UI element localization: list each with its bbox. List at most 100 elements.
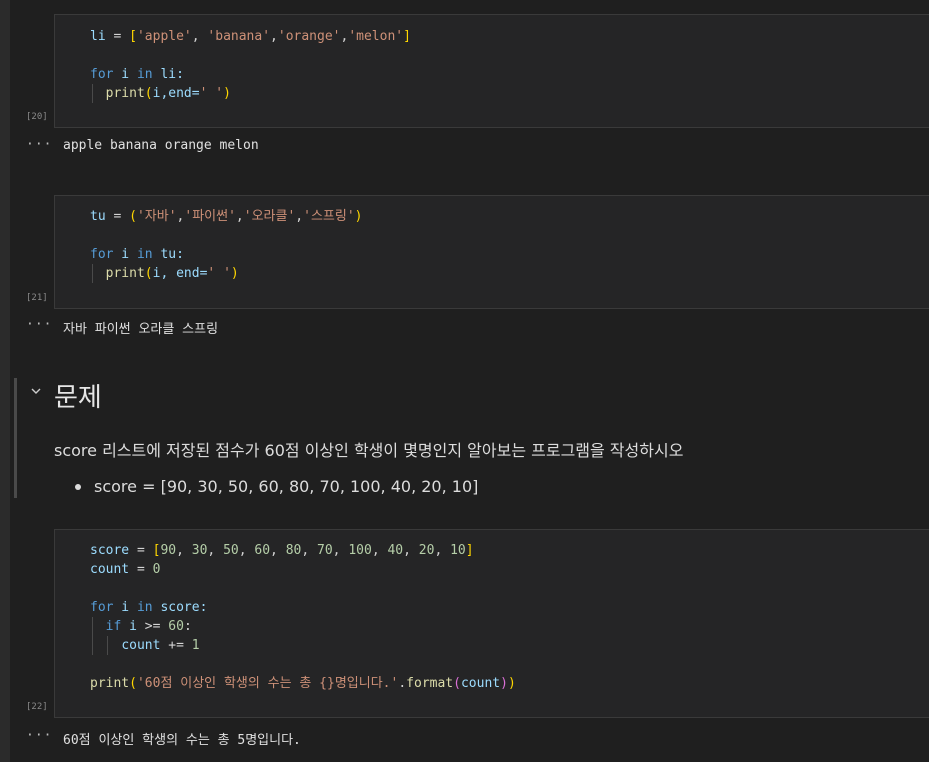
code-token: ] <box>465 543 474 558</box>
code-token: = <box>129 562 153 577</box>
code-editor[interactable]: li = ['apple', 'banana','orange','melon'… <box>55 15 929 120</box>
output-menu-icon[interactable]: ··· <box>26 137 52 152</box>
code-token: 1 <box>191 638 200 653</box>
code-token: ) <box>230 266 239 281</box>
code-token: += <box>160 638 192 653</box>
code-token: li: <box>152 67 184 82</box>
code-token: 20 <box>418 543 435 558</box>
code-editor[interactable]: score = [90, 30, 50, 60, 80, 70, 100, 40… <box>55 530 929 710</box>
code-token: in <box>136 247 153 262</box>
code-token: 40 <box>387 543 404 558</box>
code-token: ' ' <box>199 86 224 101</box>
code-token: 70 <box>317 543 333 558</box>
code-token: , <box>207 543 224 558</box>
code-token: : <box>183 619 192 634</box>
code-token: 'apple' <box>136 29 192 44</box>
code-token: 60 <box>168 619 184 634</box>
execution-count: [20] <box>26 112 48 122</box>
code-token: ) <box>507 676 516 691</box>
code-token: . <box>398 676 407 691</box>
activity-gutter <box>0 0 10 762</box>
code-token: score <box>90 543 130 558</box>
code-token: , <box>270 29 278 44</box>
code-line: print(i, end=' ') <box>90 264 239 283</box>
code-token: ) <box>223 86 231 101</box>
code-token: i <box>113 600 137 615</box>
code-token: 'banana' <box>207 29 271 44</box>
code-token: [ <box>129 29 137 44</box>
code-token: , <box>176 543 192 558</box>
output-menu-icon[interactable]: ··· <box>26 728 52 743</box>
code-token: 90 <box>160 543 177 558</box>
code-line: for i in tu: <box>90 245 184 264</box>
code-token: 0 <box>152 562 161 577</box>
execution-count: [21] <box>26 293 48 303</box>
code-token: tu <box>90 209 106 224</box>
code-token: , <box>332 543 349 558</box>
execution-count: [22] <box>26 702 48 712</box>
code-token: ( <box>129 676 137 691</box>
chevron-down-icon[interactable] <box>29 384 43 398</box>
code-token: ' ' <box>207 266 231 281</box>
indent-guide <box>92 264 93 283</box>
code-token: 60 <box>254 543 271 558</box>
code-token: 10 <box>450 543 466 558</box>
code-token: , <box>403 543 419 558</box>
code-token: i <box>113 247 137 262</box>
code-line: if i >= 60: <box>90 617 192 636</box>
code-line: score = [90, 30, 50, 60, 80, 70, 100, 40… <box>90 541 474 560</box>
code-token: i <box>113 67 137 82</box>
code-token: print <box>105 86 145 101</box>
code-token: i,end= <box>152 86 200 101</box>
markdown-cell-focus-bar <box>14 378 17 498</box>
code-token: , <box>238 543 255 558</box>
code-token: 50 <box>223 543 239 558</box>
code-token: , <box>371 543 388 558</box>
code-token: ( <box>129 209 137 224</box>
code-token: in <box>136 67 153 82</box>
code-token: '오라클' <box>243 209 296 224</box>
code-token: = <box>129 543 153 558</box>
code-token: ) <box>354 209 363 224</box>
code-token: in <box>136 600 153 615</box>
code-token: , <box>434 543 451 558</box>
markdown-list-item: score = [90, 30, 50, 60, 80, 70, 100, 40… <box>94 477 479 496</box>
indent-guide <box>92 84 93 103</box>
cell-output: apple banana orange melon <box>63 138 259 153</box>
markdown-paragraph: score 리스트에 저장된 점수가 60점 이상인 학생이 몇명인지 알아보는… <box>54 441 684 460</box>
code-token: , <box>270 543 286 558</box>
code-line: li = ['apple', 'banana','orange','melon'… <box>90 27 411 46</box>
code-token: ] <box>403 29 411 44</box>
markdown-heading: 문제 <box>54 383 102 413</box>
code-line: for i in li: <box>90 65 184 84</box>
code-token: if <box>105 619 122 634</box>
code-token: '자바' <box>136 209 177 224</box>
code-token: ) <box>500 676 508 691</box>
code-token: = <box>105 209 130 224</box>
indent-guide <box>107 636 108 655</box>
code-token: 'melon' <box>348 29 404 44</box>
code-cell-21[interactable]: tu = ('자바','파이썬','오라클','스프링') for i in t… <box>54 195 929 309</box>
notebook-page: li = ['apple', 'banana','orange','melon'… <box>0 0 929 762</box>
code-token: '파이썬' <box>184 209 236 224</box>
code-token: i <box>121 619 145 634</box>
output-menu-icon[interactable]: ··· <box>26 317 52 332</box>
code-token: count <box>121 638 161 653</box>
code-editor[interactable]: tu = ('자바','파이썬','오라클','스프링') for i in t… <box>55 196 929 301</box>
code-token: '60점 이상인 학생의 수는 총 {}명입니다.' <box>136 676 399 691</box>
code-token: 80 <box>285 543 302 558</box>
code-token: '스프링' <box>303 209 355 224</box>
cell-output: 60점 이상인 학생의 수는 총 5명입니다. <box>63 733 301 748</box>
code-line: tu = ('자바','파이썬','오라클','스프링') <box>90 207 363 226</box>
code-token: for <box>90 67 114 82</box>
code-token: >= <box>144 619 161 634</box>
code-cell-22[interactable]: score = [90, 30, 50, 60, 80, 70, 100, 40… <box>54 529 929 718</box>
code-token: 'orange' <box>277 29 341 44</box>
code-token: ( <box>453 676 461 691</box>
code-token: print <box>90 676 130 691</box>
code-token: , <box>295 209 304 224</box>
code-token: score: <box>152 600 208 615</box>
indent-guide <box>92 617 93 655</box>
code-cell-20[interactable]: li = ['apple', 'banana','orange','melon'… <box>54 14 929 128</box>
